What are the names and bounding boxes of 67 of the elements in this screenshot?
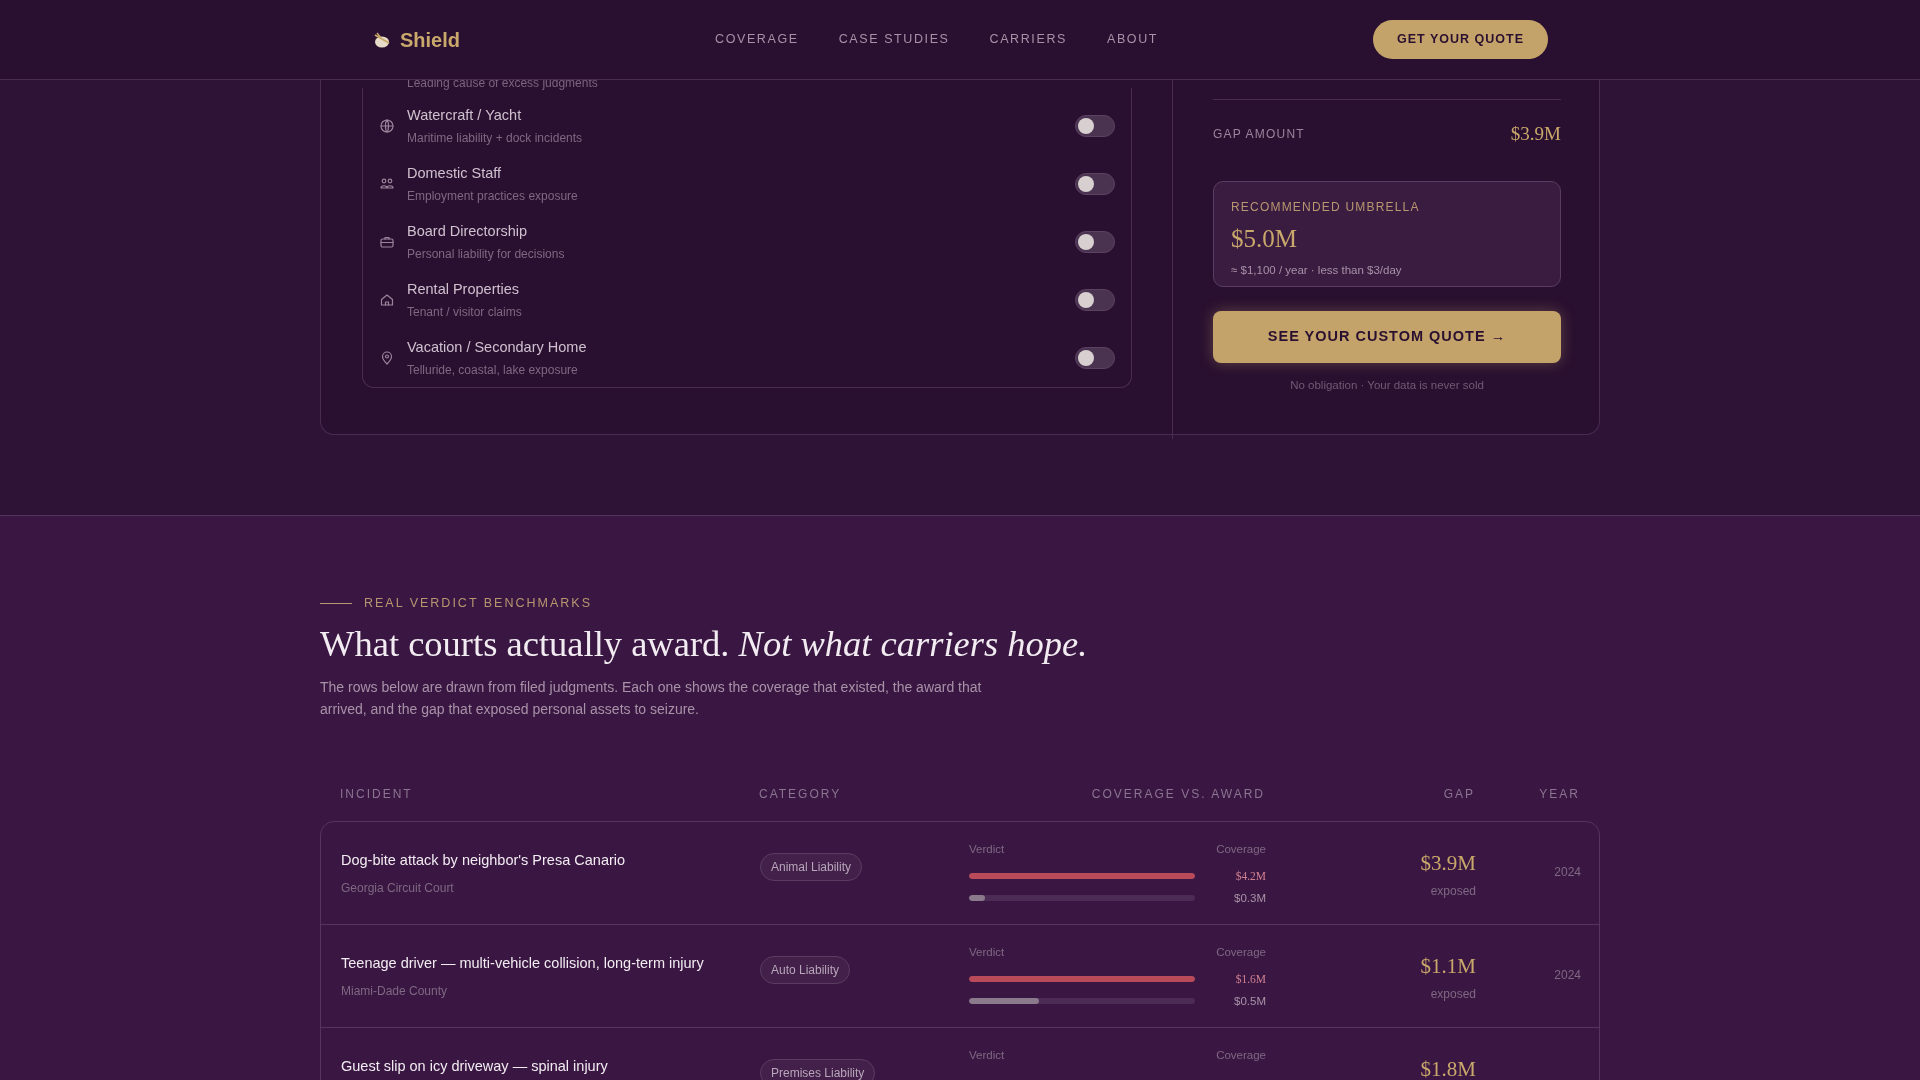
option-description: Telluride, coastal, lake exposure (407, 362, 579, 380)
category-tag: Premises Liability (760, 1059, 876, 1080)
bar-label: Verdict (969, 1048, 1005, 1063)
option-title: Vacation / Secondary Home (407, 337, 587, 357)
recommendation-label: RECOMMENDED UMBRELLA (1231, 199, 1421, 216)
globe-icon (379, 118, 395, 134)
bar-value: $0.5M (1234, 993, 1266, 1009)
column-header: CATEGORY (759, 786, 843, 803)
brand-name[interactable]: Shield (400, 24, 460, 55)
option-description: Employment practices exposure (407, 188, 578, 206)
option-description: Personal liability for decisions (407, 246, 565, 264)
option-description: Tenant / visitor claims (407, 304, 522, 322)
column-header: GAP (1442, 786, 1475, 803)
gap-note: exposed (1429, 985, 1476, 1003)
summary-value: $3.9M (1510, 121, 1561, 146)
gap-note: exposed (1429, 882, 1476, 900)
gap-amount: $1.8M (1419, 1056, 1476, 1080)
court-name: Georgia Circuit Court (341, 879, 455, 897)
bar-value: $4.2M (1235, 868, 1266, 884)
footnote: No obligation · Your data is never sold (1289, 378, 1485, 393)
toggle-switch[interactable] (1075, 347, 1115, 369)
option-title: Domestic Staff (407, 163, 503, 183)
bar-label: Coverage (1216, 945, 1266, 960)
bar-label: Coverage (1216, 1048, 1266, 1063)
bar-label: Verdict (969, 842, 1005, 857)
people-icon (379, 176, 395, 192)
column-header: YEAR (1538, 786, 1580, 803)
nav-link[interactable]: CARRIERS (989, 30, 1067, 49)
year: 2024 (1553, 967, 1581, 984)
bar-value: $0.3M (1234, 890, 1266, 906)
column-header: INCIDENT (340, 786, 414, 803)
toggle-switch[interactable] (1075, 173, 1115, 195)
briefcase-icon (379, 234, 395, 250)
house-icon (379, 292, 395, 308)
logo-icon (372, 30, 392, 49)
section-eyebrow: REAL VERDICT BENCHMARKS (364, 595, 592, 613)
option-title: Watercraft / Yacht (407, 105, 523, 125)
incident-title: Dog-bite attack by neighbor's Presa Canario (341, 851, 627, 870)
option-description: Maritime liability + dock incidents (407, 130, 583, 148)
court-name: Miami-Dade County (341, 982, 449, 1000)
bar-value: $1.6M (1235, 971, 1266, 987)
summary-label: GAP AMOUNT (1213, 126, 1305, 143)
incident-title: Teenage driver — multi-vehicle collision, long-term injury (341, 954, 705, 973)
gap-amount: $3.9M (1419, 850, 1476, 877)
category-tag: Auto Liability (760, 956, 851, 984)
price-note: ≈ $1,100 / year · less than $3/day (1231, 262, 1403, 278)
toggle-switch[interactable] (1075, 231, 1115, 253)
toggle-switch[interactable] (1075, 115, 1115, 137)
location-pin-icon (379, 350, 395, 366)
recommended-amount: $5.0M (1231, 224, 1298, 254)
year: 2024 (1553, 864, 1581, 881)
bar-label: Verdict (969, 945, 1005, 960)
column-header: COVERAGE VS. AWARD (1090, 786, 1265, 803)
quote-button[interactable]: GET YOUR QUOTE (1373, 20, 1548, 59)
option-title: Board Directorship (407, 221, 529, 241)
section-title: What courts actually award. Not what carriers hope. (320, 622, 1089, 665)
nav-link[interactable]: ABOUT (1106, 30, 1158, 49)
option-title: Rental Properties (407, 279, 521, 299)
custom-quote-button[interactable]: SEE YOUR CUSTOM QUOTE → (1213, 311, 1561, 363)
nav-link[interactable]: COVERAGE (715, 30, 799, 49)
gap-amount: $1.1M (1419, 953, 1476, 980)
section-intro: The rows below are drawn from filed judgments. Each one shows the coverage that existed, the award that arrived, and the gap that exposed personal assets to seizure. (320, 678, 983, 719)
nav-link[interactable]: CASE STUDIES (838, 30, 950, 49)
category-tag: Animal Liability (760, 853, 863, 881)
incident-title: Guest slip on icy driveway — spinal injury (341, 1057, 609, 1076)
bar-label: Coverage (1216, 842, 1266, 857)
toggle-switch[interactable] (1075, 289, 1115, 311)
